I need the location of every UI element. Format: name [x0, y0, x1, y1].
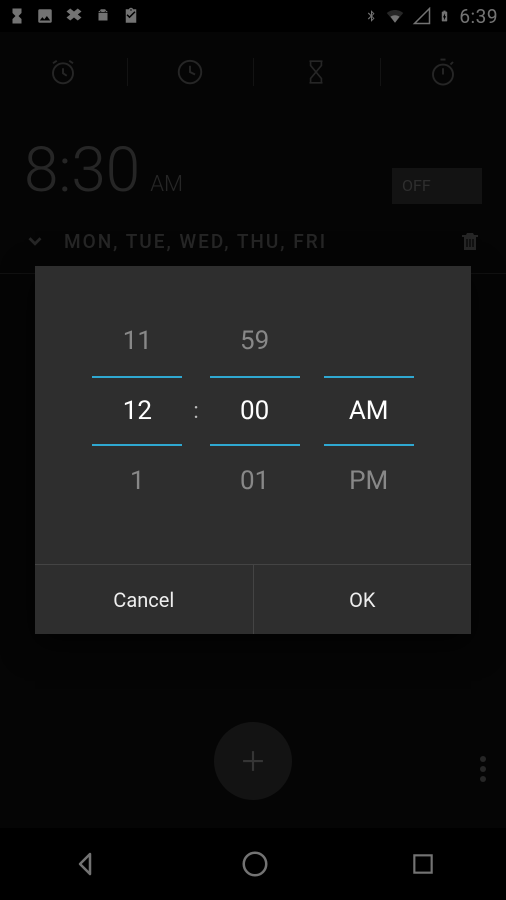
time-picker: 11 12 1 : 59 00 01 AM PM: [35, 266, 471, 564]
period-picker[interactable]: AM PM: [319, 306, 419, 516]
minute-picker[interactable]: 59 00 01: [205, 306, 305, 516]
period-below[interactable]: PM: [349, 446, 388, 516]
minute-below[interactable]: 01: [240, 446, 269, 516]
time-separator: :: [193, 399, 198, 424]
minute-current[interactable]: 00: [210, 376, 300, 446]
ok-button[interactable]: OK: [253, 565, 472, 634]
cancel-button[interactable]: Cancel: [35, 565, 253, 634]
dialog-scrim[interactable]: 11 12 1 : 59 00 01 AM PM Cancel OK: [0, 0, 506, 900]
minute-above[interactable]: 59: [240, 306, 269, 376]
hour-above[interactable]: 11: [123, 306, 152, 376]
hour-current[interactable]: 12: [92, 376, 182, 446]
hour-picker[interactable]: 11 12 1: [87, 306, 187, 516]
hour-below[interactable]: 1: [130, 446, 145, 516]
dialog-buttons: Cancel OK: [35, 564, 471, 634]
period-current[interactable]: AM: [324, 376, 414, 446]
time-picker-dialog: 11 12 1 : 59 00 01 AM PM Cancel OK: [35, 266, 471, 634]
